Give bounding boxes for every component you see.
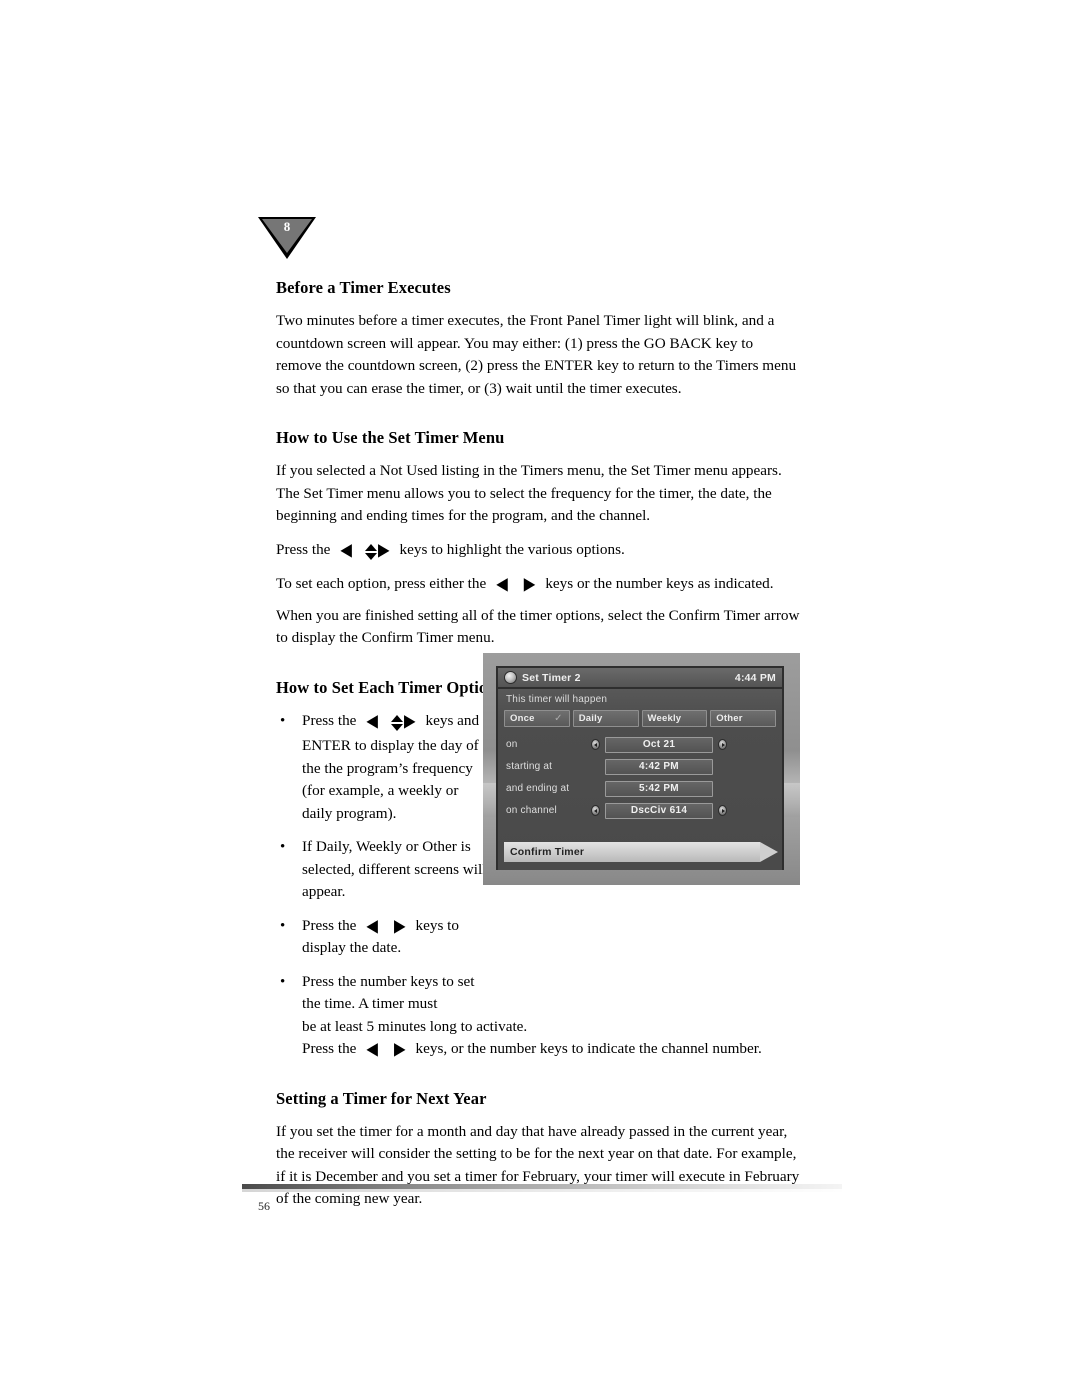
arrow-left-icon: ◀ xyxy=(366,711,378,731)
field-row-date: on Oct 21 xyxy=(506,735,774,754)
arrow-right-icon: ▶ xyxy=(393,1040,406,1060)
bullet-icon: • xyxy=(280,712,286,729)
osd-body: This timer will happen Once ✓ Daily Week… xyxy=(498,689,782,870)
arrow-left-icon: ◀ xyxy=(340,540,352,560)
confirm-arrow-icon xyxy=(760,842,778,862)
bullet-icon: • xyxy=(280,917,286,934)
continuation-text-after: keys, or the number keys to indicate the… xyxy=(415,1040,762,1057)
osd-clock: 4:44 PM xyxy=(734,671,776,684)
date-decrement-button[interactable] xyxy=(590,738,601,751)
date-value[interactable]: Oct 21 xyxy=(605,736,713,753)
frequency-option-label: Daily xyxy=(578,713,603,724)
channel-decrement-button[interactable] xyxy=(590,804,601,817)
frequency-option-daily[interactable]: Daily xyxy=(572,710,639,727)
list-item: • Press the number keys to set the time.… xyxy=(276,971,490,1016)
arrow-right-icon: ▶ xyxy=(377,540,390,560)
channel-increment-button[interactable] xyxy=(717,804,728,817)
chapter-marker-triangle: 8 xyxy=(258,217,316,259)
continuation-text-before: Press the xyxy=(302,1040,357,1057)
frequency-option-label: Weekly xyxy=(647,713,682,724)
confirm-timer-label: Confirm Timer xyxy=(510,846,585,858)
field-label-and-ending-at: and ending at xyxy=(506,783,570,794)
bullet-icon: • xyxy=(280,973,286,990)
check-icon: ✓ xyxy=(554,713,563,724)
start-time-value[interactable]: 4:42 PM xyxy=(605,758,713,775)
key-line-set-each-option: To set each option, press either the ◀ ▶ ke… xyxy=(276,573,800,596)
heading-how-to-use-the-set-timer-menu: How to Use the Set Timer Menu xyxy=(276,428,505,447)
key-line-text-before: Press the xyxy=(276,540,331,558)
field-row-channel: on channel DscCiv 614 xyxy=(506,801,774,820)
channel-value[interactable]: DscCiv 614 xyxy=(605,802,713,819)
page-number: 56 xyxy=(258,1199,270,1213)
heading-before-a-timer-executes: Before a Timer Executes xyxy=(276,278,451,297)
arrow-right-icon: ▶ xyxy=(403,711,416,731)
arrow-left-icon: ◀ xyxy=(366,1040,378,1060)
end-time-value[interactable]: 5:42 PM xyxy=(605,780,713,797)
arrow-left-icon: ◀ xyxy=(366,916,378,936)
list-item: • If Daily, Weekly or Other is selected,… xyxy=(276,836,490,904)
document-page: 8 Before a Timer Executes Two minutes be… xyxy=(0,0,1080,1397)
key-line-highlight-options: Press the ◀ ▶ keys to highlight the various… xyxy=(276,539,800,565)
timer-option-bullet-list: • Press the ◀ ▶ keys and ENTER to display t… xyxy=(276,710,490,1016)
arrow-left-icon: ◀ xyxy=(496,575,508,595)
heading-setting-a-timer-for-next-year: Setting a Timer for Next Year xyxy=(276,1088,487,1108)
field-label-starting-at: starting at xyxy=(506,761,553,772)
bullet-text-before: If Daily, Weekly or Other is selected, d… xyxy=(302,838,487,900)
arrow-right-icon: ▶ xyxy=(393,916,406,936)
arrow-right-icon: ▶ xyxy=(523,575,536,595)
field-label-on: on xyxy=(506,739,518,750)
list-item: • Press the ◀ ▶ keys to display the date. xyxy=(276,915,490,960)
key-line-text-after: keys or the number keys as indicated. xyxy=(545,575,774,592)
continuation-line-channel-keys: Press the ◀ ▶ keys, or the number keys to i… xyxy=(276,1038,826,1061)
paragraph-confirm-timer-arrow: When you are finished setting all of the… xyxy=(276,606,800,647)
frequency-option-weekly[interactable]: Weekly xyxy=(641,710,708,727)
paragraph-set-timer-menu-intro: If you selected a Not Used listing in th… xyxy=(276,462,782,524)
field-row-start-time: starting at 4:42 PM xyxy=(506,757,774,776)
key-line-text-before: To set each option, press either the xyxy=(276,575,487,592)
satellite-dish-icon xyxy=(504,671,517,684)
continuation-line-minutes: be at least 5 minutes long to activate. xyxy=(302,1017,528,1035)
set-timer-screenshot-figure: Set Timer 2 4:44 PM This timer will happ… xyxy=(483,653,800,885)
list-item: • Press the ◀ ▶ keys and ENTER to display t… xyxy=(276,710,490,826)
on-screen-display-panel: Set Timer 2 4:44 PM This timer will happ… xyxy=(496,666,784,870)
osd-title-text: Set Timer 2 xyxy=(522,671,581,684)
paragraph-next-year: If you set the timer for a month and day… xyxy=(276,1122,800,1208)
field-label-on-channel: on channel xyxy=(506,805,557,816)
frequency-option-other[interactable]: Other xyxy=(710,710,776,727)
osd-title-bar: Set Timer 2 4:44 PM xyxy=(498,668,782,689)
bullet-text-before: Press the xyxy=(302,711,357,729)
chapter-number: 8 xyxy=(283,219,291,234)
confirm-timer-bar: Confirm Timer xyxy=(504,842,760,862)
bullet-text-before: Press the number keys to set the time. A… xyxy=(302,972,475,1013)
field-row-end-time: and ending at 5:42 PM xyxy=(506,779,774,798)
frequency-option-once[interactable]: Once ✓ xyxy=(504,710,570,727)
key-line-text-after: keys to highlight the various options. xyxy=(399,540,625,558)
confirm-timer-button[interactable]: Confirm Timer xyxy=(504,842,778,862)
bullet-text-before: Press the xyxy=(302,916,357,934)
footer-divider xyxy=(242,1184,842,1192)
osd-prompt-text: This timer will happen xyxy=(506,694,608,705)
bullet-icon: • xyxy=(280,839,286,855)
date-increment-button[interactable] xyxy=(717,738,728,751)
frequency-option-label: Once xyxy=(510,713,535,724)
frequency-option-label: Other xyxy=(716,713,743,724)
frequency-options-row: Once ✓ Daily Weekly Other xyxy=(504,710,776,727)
paragraph-before-a-timer-executes: Two minutes before a timer executes, the… xyxy=(276,312,797,397)
